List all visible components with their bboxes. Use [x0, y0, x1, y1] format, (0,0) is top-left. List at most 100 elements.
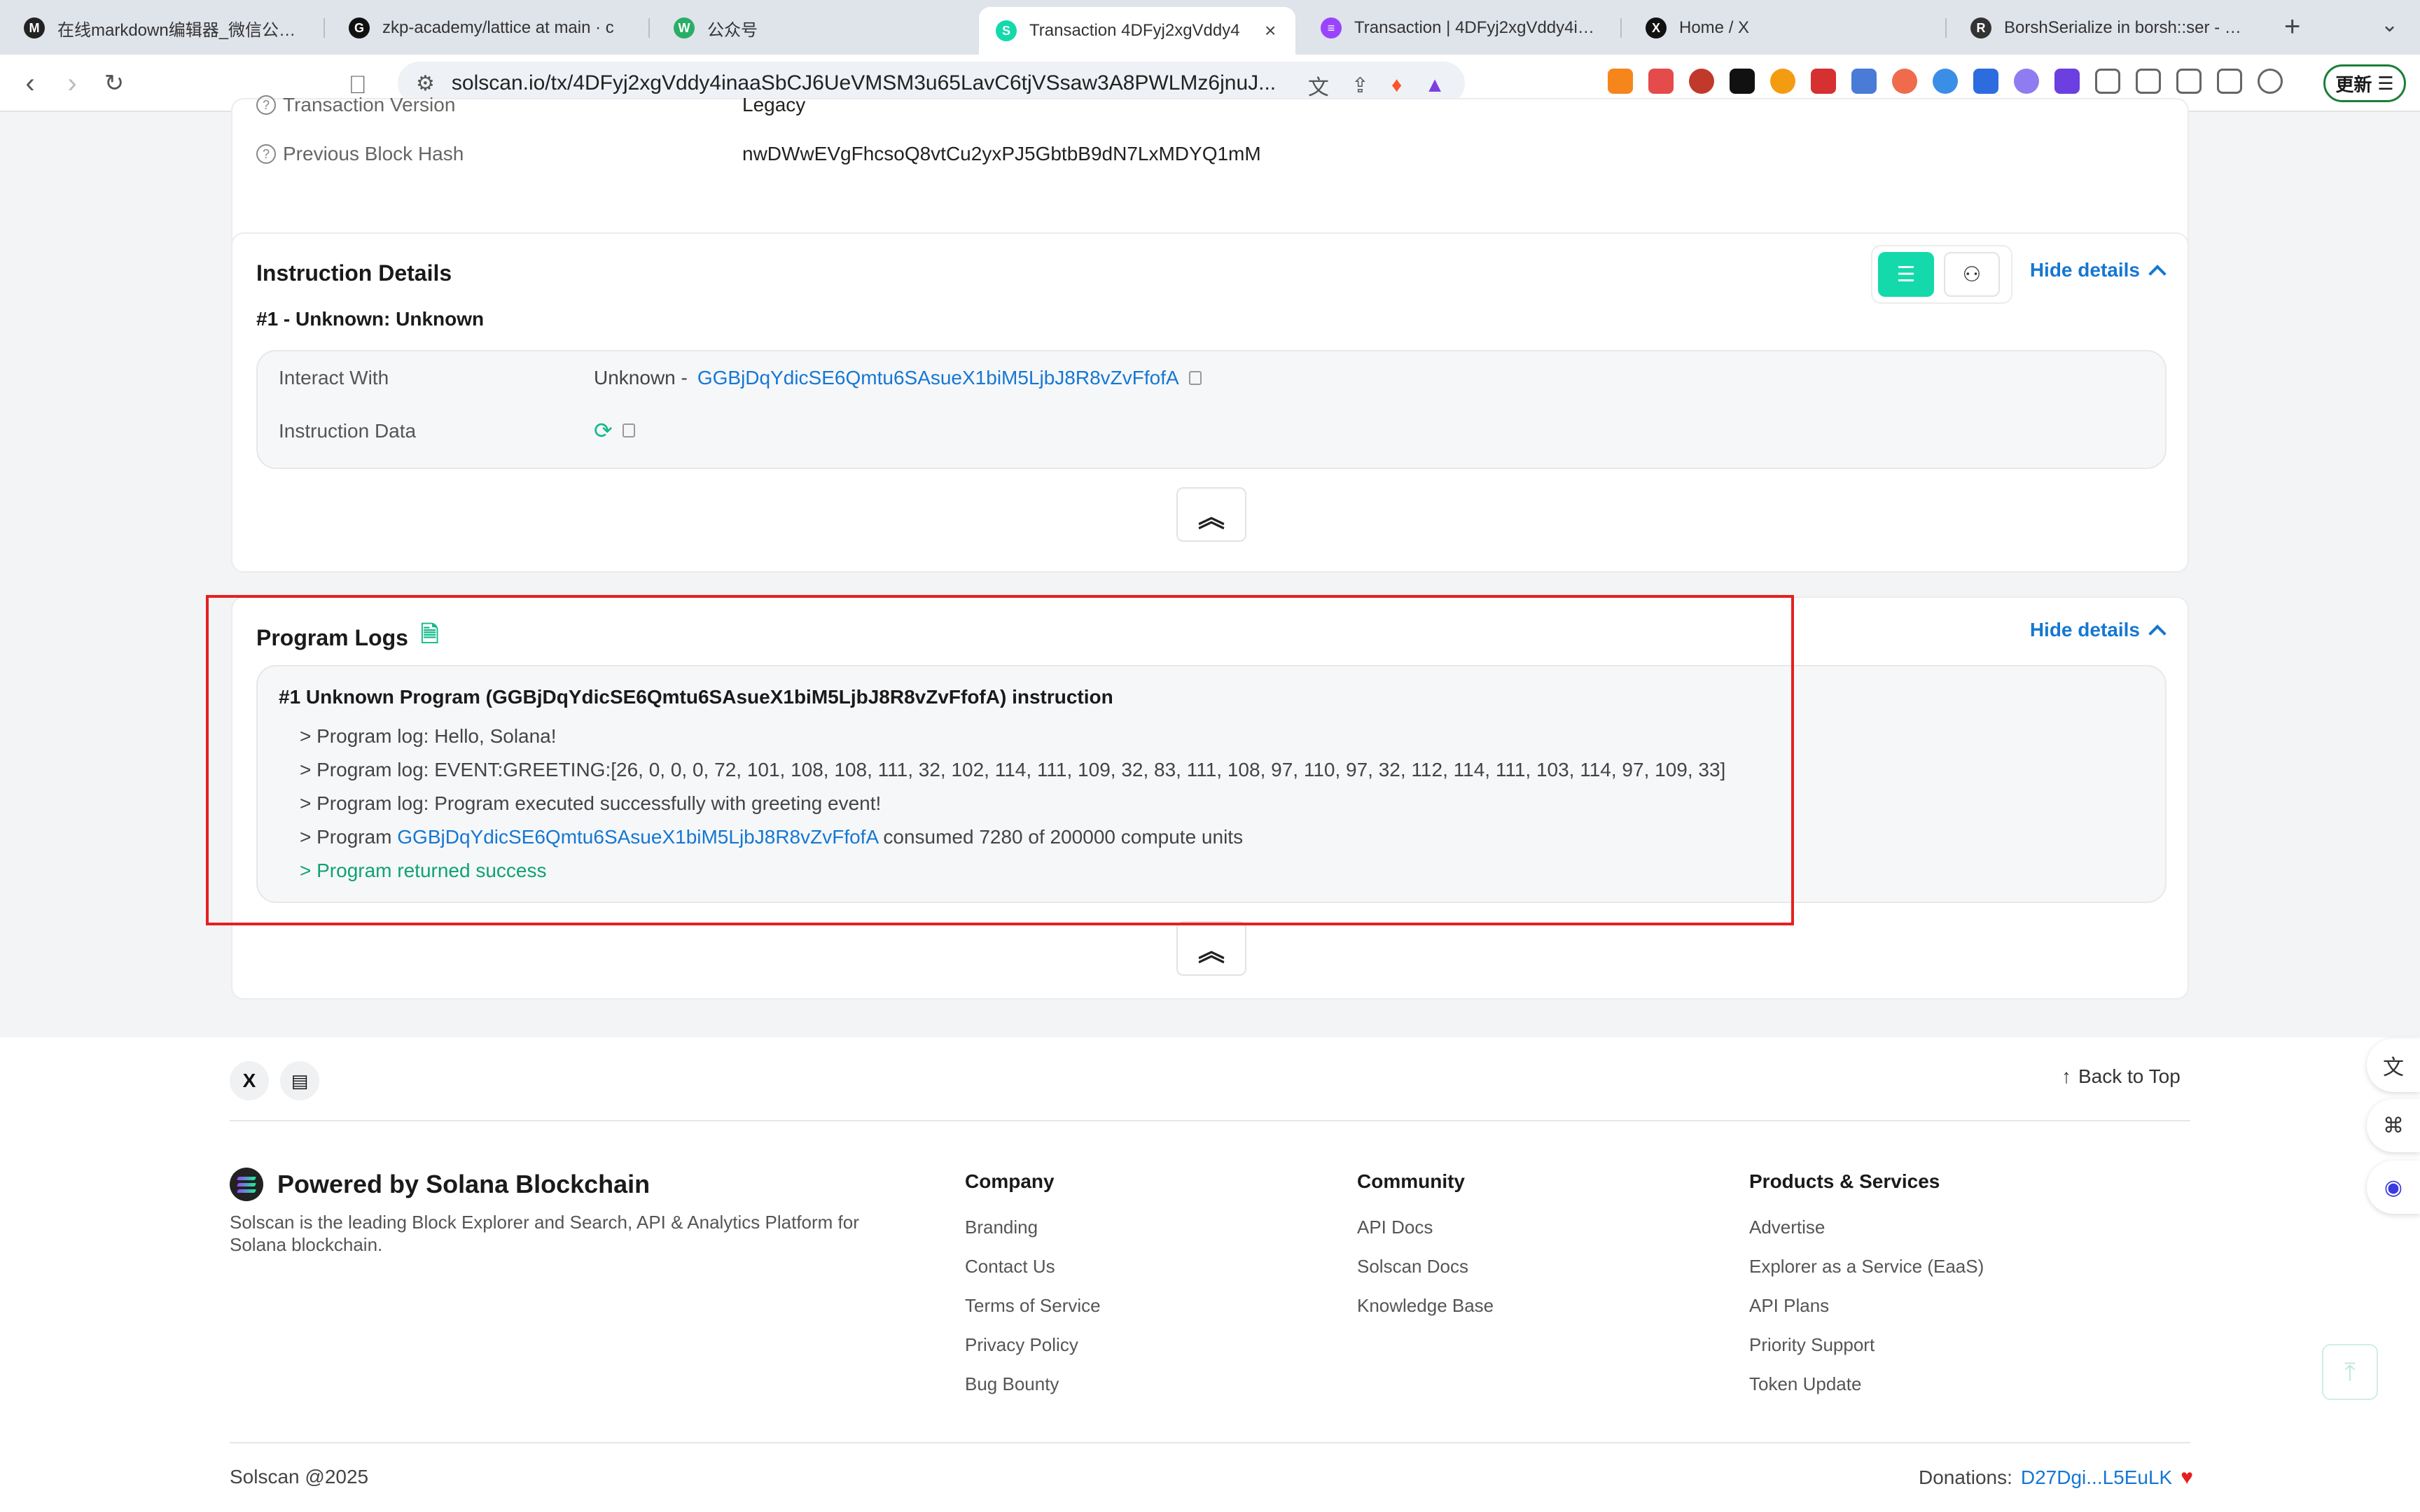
browser-tab-wechat[interactable]: W 公众号 [657, 7, 965, 49]
donations-address-link[interactable]: D27Dgi...L5EuLK [2021, 1466, 2172, 1489]
powered-by-text: Powered by Solana Blockchain [277, 1170, 651, 1198]
browser-tab-github[interactable]: G zkp-academy/lattice at main · c [332, 7, 640, 49]
logs-hide-details-button[interactable]: Hide details [2030, 619, 2167, 643]
record-ext-icon[interactable] [1689, 69, 1714, 94]
instruction-data-label: Instruction Data [279, 420, 417, 442]
close-icon[interactable]: × [1265, 20, 1276, 42]
program-address-link[interactable]: GGBjDqYdicSE6Qmtu6SAsueX1biM5LjbJ8R8vZvF… [397, 826, 877, 848]
tab-separator [1620, 18, 1622, 38]
tab-title: zkp-academy/lattice at main · c [382, 18, 614, 37]
footer-link-terms[interactable]: Terms of Service [965, 1295, 1101, 1317]
instruction-details-title: Instruction Details [256, 260, 452, 286]
divider [230, 1442, 2190, 1443]
log-line: > Program log: Hello, Solana! [300, 725, 557, 747]
share-icon[interactable]: ⇪ [1351, 74, 1369, 98]
copy-icon[interactable] [1188, 371, 1202, 385]
menu-icon: ☰ [2377, 72, 2394, 94]
program-logs-title-text: Program Logs [256, 624, 408, 650]
purple-ext-icon[interactable] [2054, 69, 2080, 94]
fox-ext-icon[interactable] [1892, 69, 1917, 94]
browser-tab-markdown[interactable]: M 在线markdown编辑器_微信公众号 [7, 7, 315, 49]
translate-ext-icon[interactable] [1851, 69, 1877, 94]
check-ext-icon[interactable] [1973, 69, 1998, 94]
footer-link-eaas[interactable]: Explorer as a Service (EaaS) [1749, 1256, 1984, 1278]
help-icon: ? [256, 95, 276, 115]
x-social-icon[interactable]: X [230, 1061, 269, 1100]
tab-title: Transaction | 4DFyj2xgVddy4ina [1354, 18, 1595, 37]
s-ext-icon[interactable] [1730, 69, 1755, 94]
medium-social-icon[interactable]: ▤ [280, 1061, 319, 1100]
sparkle-icon[interactable] [2217, 69, 2242, 94]
back-arrow-icon[interactable]: ‹ [11, 64, 49, 102]
x-icon: X [1646, 18, 1667, 38]
scroll-to-top-icon[interactable]: ⤒ [2322, 1344, 2378, 1400]
language-float-icon[interactable]: 文 [2367, 1039, 2420, 1092]
divider [230, 1120, 2190, 1121]
browser-tab-solana-tx[interactable]: ≡ Transaction | 4DFyj2xgVddy4ina [1304, 7, 1612, 49]
blue-ext-icon[interactable] [1933, 69, 1958, 94]
copy-icon[interactable] [622, 424, 635, 438]
brave-shield-icon[interactable]: ♦ [1391, 74, 1402, 97]
program-address-link[interactable]: GGBjDqYdicSE6Qmtu6SAsueX1biM5LjbJ8R8vZvF… [697, 367, 1179, 389]
refresh-icon[interactable]: ⟳ [594, 417, 613, 444]
puzzle-icon[interactable] [2095, 69, 2120, 94]
browser-tab-x[interactable]: X Home / X [1629, 7, 1937, 49]
footer-community-title: Community [1357, 1170, 1465, 1192]
metamask-icon[interactable] [1608, 69, 1633, 94]
extensions-row [1608, 69, 2283, 94]
shield-icon[interactable] [2258, 69, 2283, 94]
footer-link-bug-bounty[interactable]: Bug Bounty [965, 1373, 1059, 1395]
footer-link-solscan-docs[interactable]: Solscan Docs [1357, 1256, 1468, 1278]
rust-icon: R [1970, 18, 1991, 38]
tab-title: BorshSerialize in borsh::ser - Ru [2004, 18, 2245, 37]
footer-link-knowledge-base[interactable]: Knowledge Base [1357, 1295, 1494, 1317]
translate-icon[interactable]: 文 [1308, 70, 1329, 101]
browser-tab-borsh[interactable]: R BorshSerialize in borsh::ser - Ru [1954, 7, 2262, 49]
orange-ext-icon[interactable] [1770, 69, 1795, 94]
instruction-hide-details-button[interactable]: Hide details [2029, 259, 2167, 283]
footer-company-title: Company [965, 1170, 1055, 1192]
browser-tab-solscan-active[interactable]: S Transaction 4DFyj2xgVddy4 × [979, 7, 1295, 55]
sidebar-icon[interactable] [2136, 69, 2161, 94]
footer-link-contact[interactable]: Contact Us [965, 1256, 1055, 1278]
assistant-float-icon[interactable]: ◉ [2367, 1161, 2420, 1214]
back-to-top-label: Back to Top [2078, 1065, 2181, 1087]
arrow-up-icon: ↑ [2061, 1065, 2071, 1087]
wallet-icon[interactable] [2176, 69, 2202, 94]
footer-link-api-docs[interactable]: API Docs [1357, 1217, 1433, 1238]
tab-separator [324, 18, 325, 38]
update-button[interactable]: 更新 ☰ [2323, 64, 2406, 102]
chevron-down-icon[interactable]: ⌄ [2381, 13, 2398, 37]
wave-ext-icon[interactable] [2014, 69, 2039, 94]
footer-link-priority-support[interactable]: Priority Support [1749, 1334, 1875, 1356]
interact-with-label: Interact With [279, 367, 389, 388]
hide-details-label: Hide details [2029, 259, 2140, 281]
p-ext-icon[interactable] [1648, 69, 1674, 94]
collapse-instruction-button[interactable]: ︽ [1176, 487, 1246, 542]
donations-label: Donations: [1919, 1466, 2012, 1488]
footer-link-privacy[interactable]: Privacy Policy [965, 1334, 1078, 1356]
red-ext-icon[interactable] [1811, 69, 1836, 94]
back-to-top-link[interactable]: ↑ Back to Top [2061, 1065, 2181, 1088]
collapse-logs-button[interactable]: ︽ [1176, 921, 1246, 976]
footer-link-api-plans[interactable]: API Plans [1749, 1295, 1829, 1317]
chevron-up-icon [2148, 624, 2167, 643]
footer-link-branding[interactable]: Branding [965, 1217, 1038, 1238]
footer-link-token-update[interactable]: Token Update [1749, 1373, 1861, 1395]
new-tab-icon[interactable]: + [2284, 11, 2300, 43]
tab-title: Transaction 4DFyj2xgVddy4 [1029, 21, 1240, 40]
reload-icon[interactable]: ↻ [95, 64, 133, 102]
list-view-icon[interactable]: ☰ [1878, 252, 1934, 297]
tree-view-icon[interactable]: ⚇ [1944, 252, 2000, 297]
log-line-success: > Program returned success [300, 860, 547, 881]
transaction-version-label: ? Transaction Version [256, 94, 455, 116]
url-text[interactable]: solscan.io/tx/4DFyj2xgVddy4inaaSbCJ6UeVM… [452, 71, 1292, 95]
site-settings-icon[interactable]: ⚙ [416, 71, 435, 96]
footer-link-advertise[interactable]: Advertise [1749, 1217, 1825, 1238]
apps-float-icon[interactable]: ⌘ [2367, 1099, 2420, 1152]
forward-arrow-icon[interactable]: › [53, 64, 91, 102]
brave-rewards-icon[interactable]: ▲ [1424, 74, 1445, 97]
tab-separator [648, 18, 650, 38]
md-icon: M [24, 18, 45, 38]
document-icon[interactable]: 🗎 [421, 619, 439, 657]
